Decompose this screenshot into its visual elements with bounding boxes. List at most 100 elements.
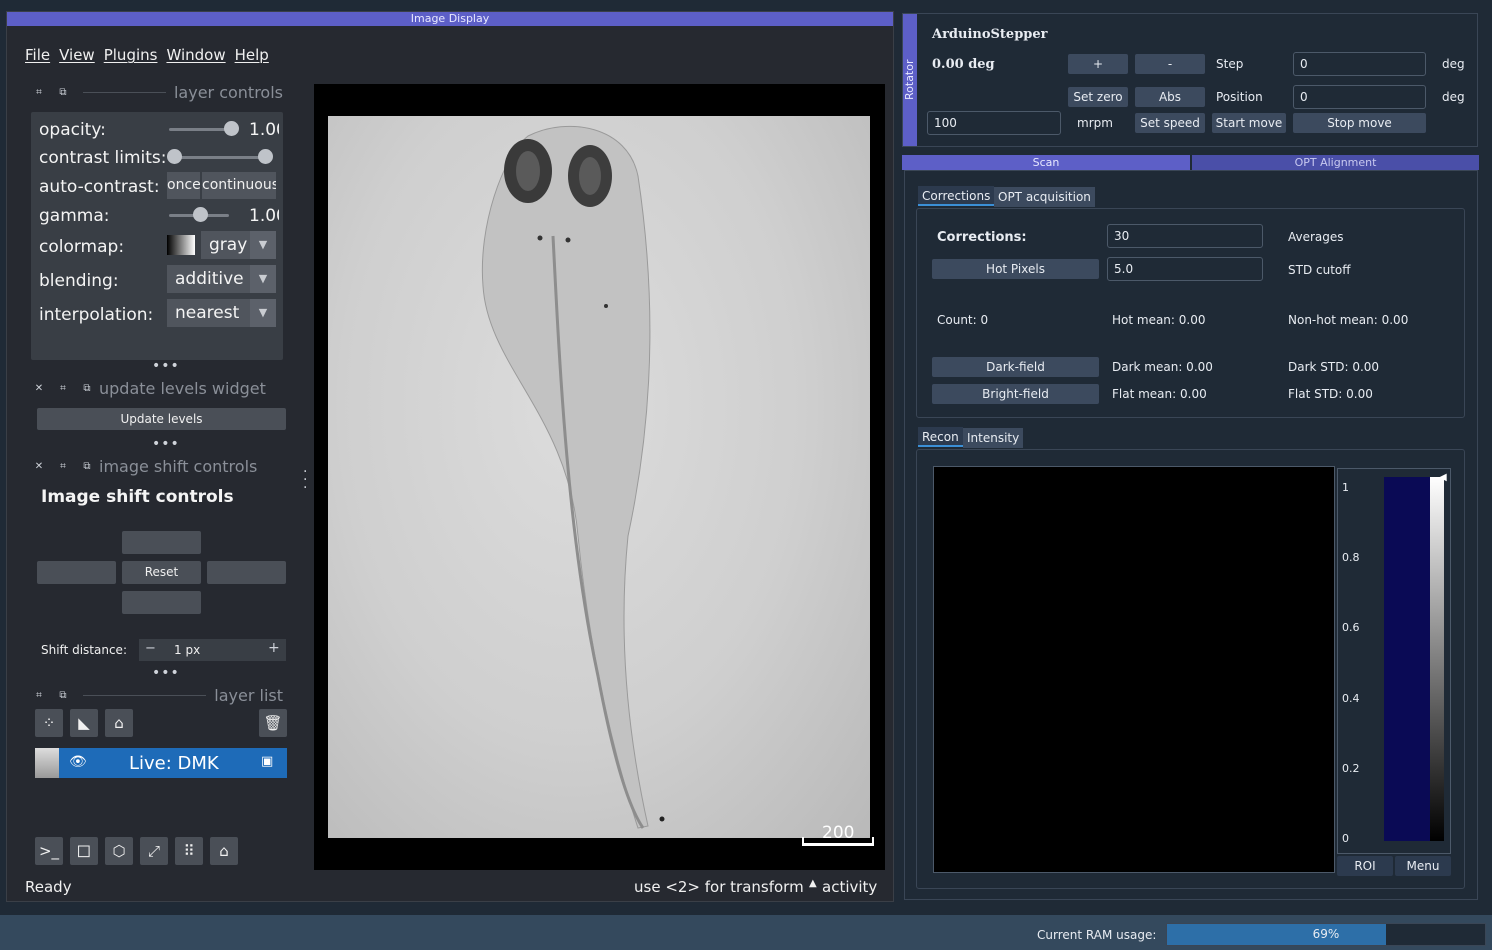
roi-button[interactable]: ROI — [1337, 856, 1393, 876]
eye-icon[interactable]: 👁 — [69, 754, 87, 770]
console-icon[interactable]: >_ — [35, 837, 63, 865]
menu-window[interactable]: Window — [166, 46, 225, 64]
activity-button[interactable]: activity — [822, 878, 877, 896]
shift-distance-value: 1 px — [174, 643, 201, 657]
hist-tick: 0.8 — [1342, 551, 1360, 564]
recon-image-view[interactable] — [933, 466, 1335, 873]
vertical-dots-icon[interactable]: · · · — [303, 465, 307, 495]
image-canvas[interactable]: 200 — [314, 84, 885, 870]
colormap-combo[interactable]: gray ▼ — [201, 231, 276, 259]
ndisplay-icon[interactable]: ◻ — [70, 837, 98, 865]
tab-opt-acquisition[interactable]: OPT acquisition — [994, 187, 1095, 207]
set-zero-button[interactable]: Set zero — [1068, 87, 1128, 107]
splitter-handle[interactable]: ••• — [152, 665, 180, 681]
plus-icon[interactable]: + — [268, 640, 280, 656]
shift-distance-spinbox[interactable]: − 1 px + — [139, 639, 286, 661]
splitter-handle[interactable]: ••• — [152, 358, 180, 374]
step-minus-button[interactable]: - — [1135, 54, 1205, 74]
menu-view[interactable]: View — [59, 46, 95, 64]
close-icon[interactable]: ✕ — [27, 461, 51, 472]
recon-group: ◀ 1 0.8 0.6 0.4 0.2 0 ROI Menu — [916, 449, 1465, 889]
shift-down-button[interactable] — [122, 591, 201, 614]
hot-pixels-button[interactable]: Hot Pixels — [932, 259, 1099, 279]
roll-dims-icon[interactable]: ⬡ — [105, 837, 133, 865]
blending-value: additive — [175, 269, 244, 289]
menu-button[interactable]: Menu — [1395, 856, 1451, 876]
transpose-icon[interactable]: ⤢ — [140, 837, 168, 865]
start-move-button[interactable]: Start move — [1212, 113, 1286, 133]
close-icon[interactable]: ✕ — [27, 383, 51, 394]
dark-field-button[interactable]: Dark-field — [932, 357, 1099, 377]
hist-tick: 0 — [1342, 832, 1349, 845]
menu-file[interactable]: File — [25, 46, 50, 64]
reset-button[interactable]: Reset — [122, 561, 201, 584]
pin-icon[interactable]: ⧉ — [75, 461, 99, 472]
opacity-slider[interactable] — [169, 128, 229, 131]
set-speed-button[interactable]: Set speed — [1135, 113, 1205, 133]
tab-scan[interactable]: Scan — [902, 155, 1190, 170]
new-labels-layer-icon[interactable]: ⌂ — [105, 709, 133, 737]
opacity-handle[interactable] — [224, 121, 239, 136]
position-input[interactable]: 0 — [1293, 85, 1426, 109]
splitter-handle[interactable]: ••• — [152, 436, 180, 452]
menu-plugins[interactable]: Plugins — [104, 46, 158, 64]
float-icon[interactable]: ⌗ — [27, 690, 51, 701]
opacity-value: 1.00 — [249, 120, 279, 140]
averages-spinbox[interactable]: 30 — [1107, 224, 1263, 248]
colormap-label: colormap: — [39, 237, 125, 257]
speed-input[interactable]: 100 — [927, 111, 1061, 135]
menu-help[interactable]: Help — [235, 46, 269, 64]
minus-icon[interactable]: − — [145, 641, 156, 656]
layer-item-live-dmk[interactable]: 👁 Live: DMK ▣ — [35, 748, 287, 778]
pin-icon[interactable]: ⧉ — [75, 383, 99, 394]
float-icon[interactable]: ⌗ — [27, 87, 51, 98]
histogram-widget[interactable]: ◀ 1 0.8 0.6 0.4 0.2 0 — [1337, 468, 1451, 854]
live-image[interactable] — [328, 116, 870, 838]
tab-recon[interactable]: Recon — [918, 427, 963, 447]
float-icon[interactable]: ⌗ — [51, 461, 75, 472]
auto-contrast-once-button[interactable]: once — [167, 172, 200, 199]
home-icon[interactable]: ⌂ — [210, 837, 238, 865]
update-levels-button[interactable]: Update levels — [37, 408, 286, 430]
auto-contrast-continuous-button[interactable]: continuous — [202, 172, 276, 199]
dock-title[interactable]: Image Display — [7, 12, 893, 26]
chevron-up-icon[interactable]: ▲ — [809, 878, 817, 889]
new-shapes-layer-icon[interactable]: ◣ — [70, 709, 98, 737]
blending-combo[interactable]: additive ▼ — [167, 265, 276, 293]
pin-icon[interactable]: ⧉ — [51, 87, 75, 98]
gamma-handle[interactable] — [193, 207, 208, 222]
shift-up-button[interactable] — [122, 531, 201, 554]
tab-intensity[interactable]: Intensity — [963, 428, 1024, 448]
chevron-down-icon: ▼ — [250, 231, 276, 259]
gradient-tick-icon[interactable]: ◀ — [1439, 472, 1447, 483]
layer-name[interactable]: Live: DMK — [129, 753, 219, 774]
stop-move-button[interactable]: Stop move — [1293, 113, 1426, 133]
std-cutoff-spinbox[interactable]: 5.0 — [1107, 257, 1263, 281]
main-tabs: Scan OPT Alignment — [902, 155, 1479, 170]
grid-icon[interactable]: ⠿ — [175, 837, 203, 865]
layer-list-title: layer list — [214, 685, 283, 705]
interpolation-combo[interactable]: nearest ▼ — [167, 299, 276, 327]
bright-field-button[interactable]: Bright-field — [932, 384, 1099, 404]
scale-bar — [802, 843, 874, 846]
contrast-min-handle[interactable] — [167, 149, 182, 164]
step-input[interactable]: 0 — [1293, 52, 1426, 76]
position-unit: deg — [1442, 90, 1465, 104]
rotator-tab[interactable]: Rotator — [903, 14, 917, 146]
step-plus-button[interactable]: + — [1068, 54, 1128, 74]
gamma-label: gamma: — [39, 206, 110, 226]
tab-corrections[interactable]: Corrections — [918, 186, 995, 206]
step-label: Step — [1216, 57, 1244, 71]
new-points-layer-icon[interactable]: ⁘ — [35, 709, 63, 737]
pin-icon[interactable]: ⧉ — [51, 690, 75, 701]
contrast-max-handle[interactable] — [258, 149, 273, 164]
delete-layer-icon[interactable]: 🗑 — [259, 709, 287, 737]
float-icon[interactable]: ⌗ — [51, 383, 75, 394]
arduino-stepper-panel: Rotator ArduinoStepper 0.00 deg + - Step… — [902, 13, 1478, 147]
shift-right-button[interactable] — [207, 561, 286, 584]
abs-button[interactable]: Abs — [1135, 87, 1205, 107]
contrast-limits-slider[interactable] — [173, 156, 265, 159]
gradient-bar[interactable] — [1430, 477, 1444, 841]
tab-opt-alignment[interactable]: OPT Alignment — [1192, 155, 1479, 170]
shift-left-button[interactable] — [37, 561, 116, 584]
